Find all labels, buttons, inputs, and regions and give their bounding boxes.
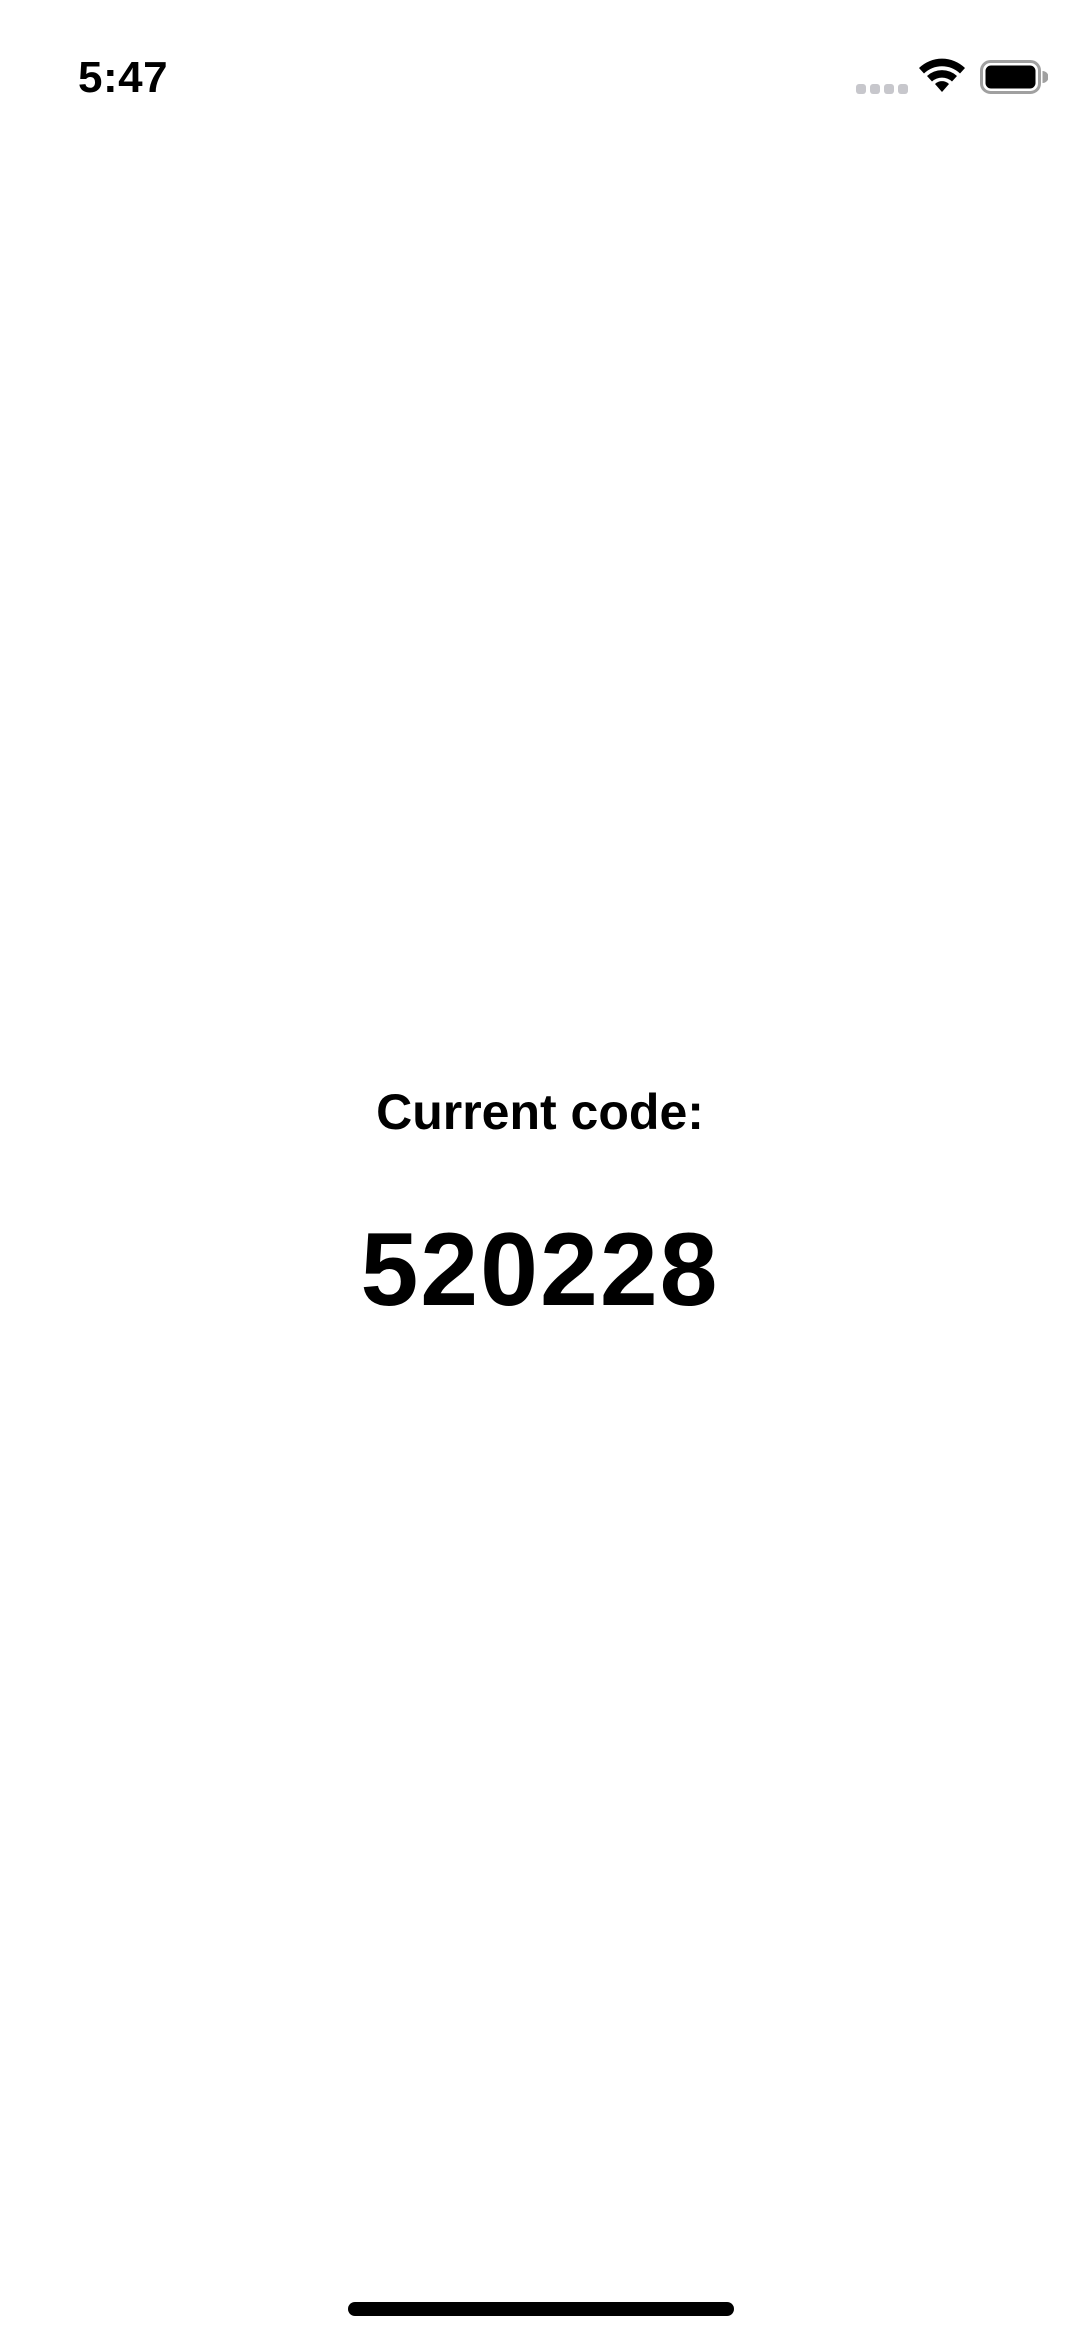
main-content: Current code: 520228 xyxy=(0,0,1080,2340)
current-code-label: Current code: xyxy=(376,1084,704,1140)
home-indicator[interactable] xyxy=(348,2302,734,2316)
current-code-value: 520228 xyxy=(360,1212,720,1328)
